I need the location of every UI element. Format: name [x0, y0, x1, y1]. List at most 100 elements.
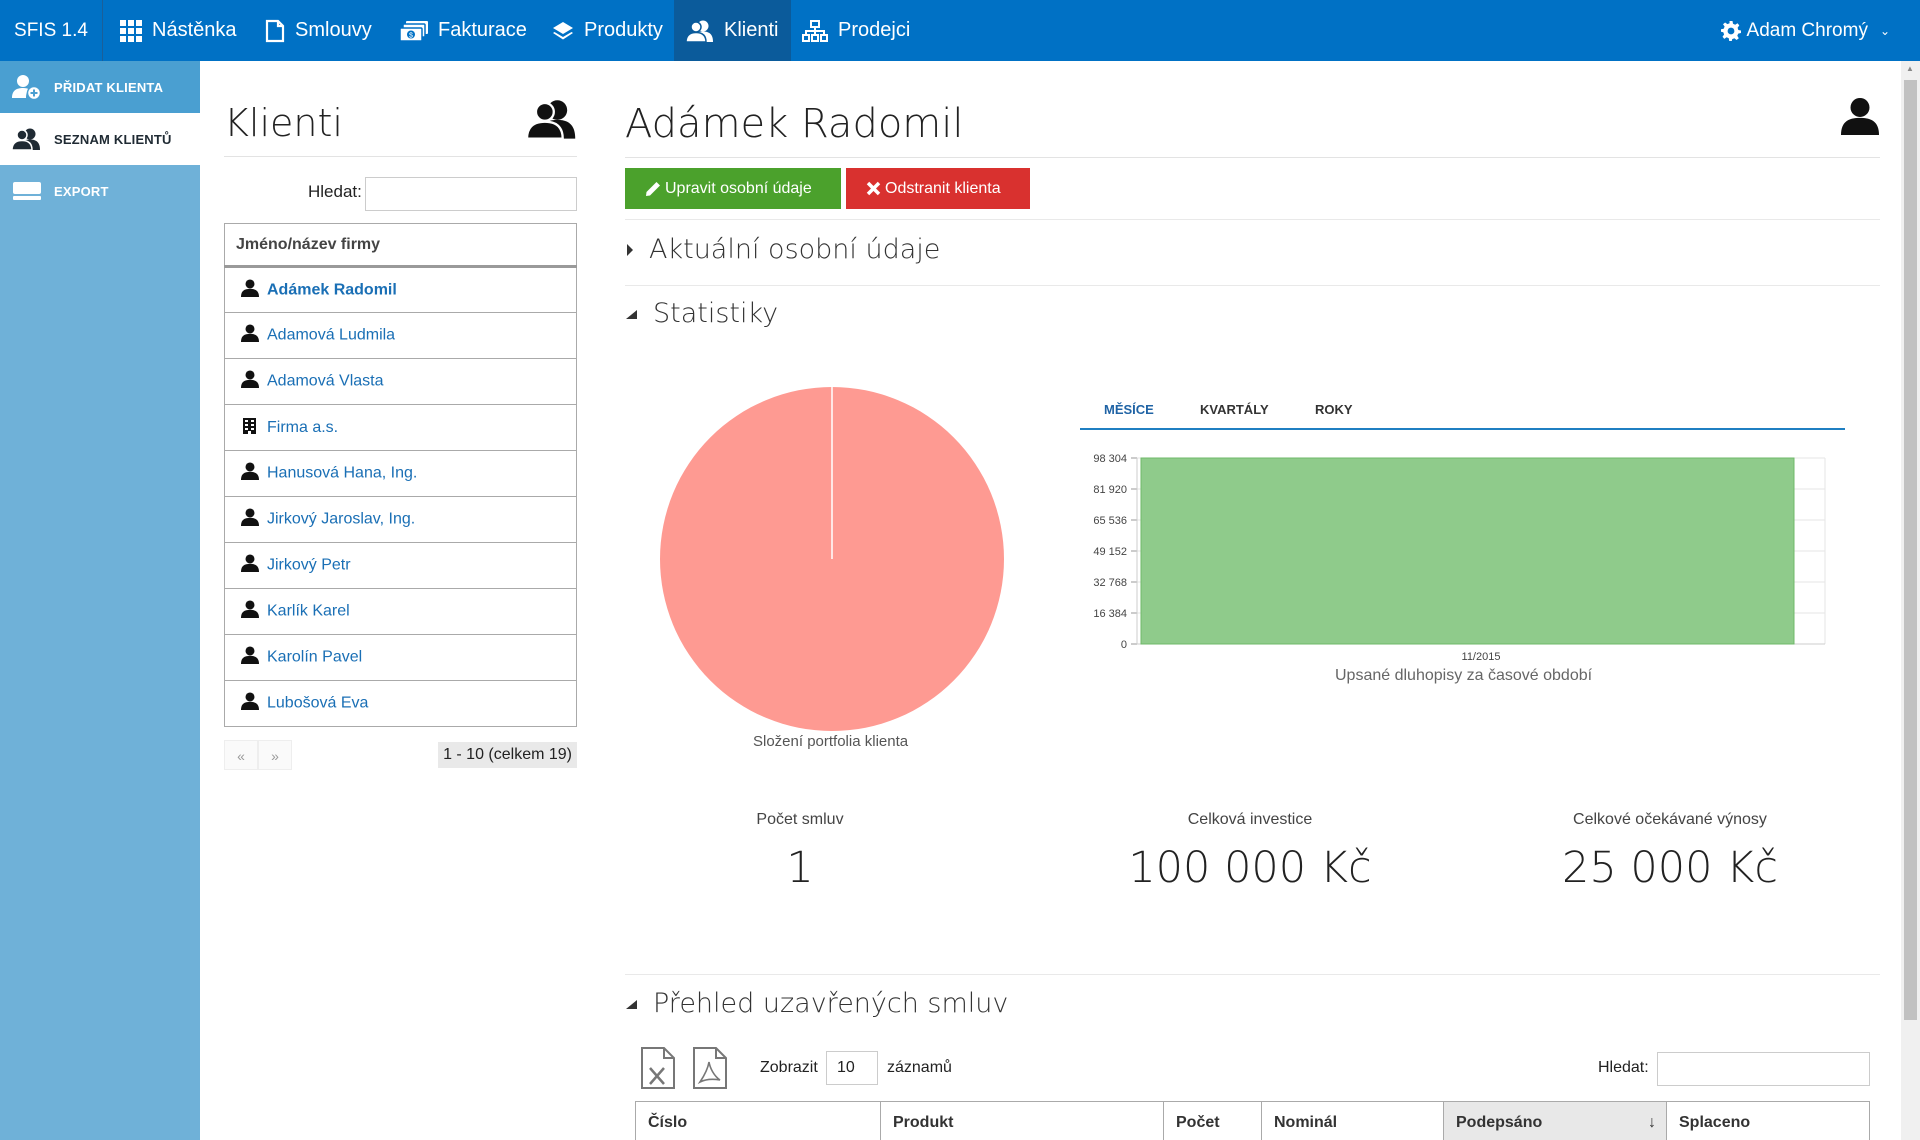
- user-menu[interactable]: Adam Chromý ⌄: [1720, 0, 1890, 61]
- client-name[interactable]: Jirkový Petr: [267, 557, 351, 574]
- client-cell[interactable]: Firma a.s.: [224, 404, 577, 451]
- sidebar-item-label: EXPORT: [54, 183, 109, 199]
- bar[interactable]: [1140, 457, 1795, 645]
- sidebar-item-client-list[interactable]: SEZNAM KLIENTŮ: [0, 113, 200, 165]
- client-row[interactable]: Karlík Karel: [224, 588, 577, 635]
- close-icon: [866, 181, 881, 196]
- client-name[interactable]: Karlík Karel: [267, 603, 350, 620]
- caret-down-icon: [626, 309, 637, 319]
- page-size-label: Zobrazit: [760, 1059, 818, 1076]
- column-header-number[interactable]: Číslo: [635, 1101, 881, 1140]
- delete-client-button[interactable]: Odstranit klienta: [846, 168, 1030, 209]
- user-icon: [241, 554, 267, 577]
- section-personal-data-toggle[interactable]: Aktuální osobní údaje: [625, 234, 940, 265]
- client-row[interactable]: Hanusová Hana, Ing.: [224, 450, 577, 497]
- client-name[interactable]: Jirkový Jaroslav, Ing.: [267, 511, 415, 528]
- column-header-product[interactable]: Produkt: [880, 1101, 1164, 1140]
- client-row[interactable]: Adamová Ludmila: [224, 312, 577, 359]
- document-icon: [265, 19, 285, 42]
- contracts-search-input[interactable]: [1657, 1052, 1870, 1086]
- y-tick-label: 16 384: [1093, 608, 1127, 620]
- y-tick-label: 32 768: [1093, 577, 1127, 589]
- client-cell[interactable]: Hanusová Hana, Ing.: [224, 450, 577, 497]
- client-row[interactable]: Karolín Pavel: [224, 634, 577, 681]
- nav-item-prodejci[interactable]: Prodejci: [802, 0, 910, 61]
- excel-export-icon[interactable]: [640, 1046, 676, 1090]
- client-row[interactable]: Jirkový Jaroslav, Ing.: [224, 496, 577, 543]
- client-cell[interactable]: Jirkový Petr: [224, 542, 577, 589]
- client-cell[interactable]: Karolín Pavel: [224, 634, 577, 681]
- button-label: Upravit osobní údaje: [665, 179, 812, 197]
- sidebar-item-add-client[interactable]: PŘIDAT KLIENTA: [0, 61, 200, 113]
- client-cell[interactable]: Adamová Vlasta: [224, 358, 577, 405]
- brand[interactable]: SFIS 1.4: [0, 0, 103, 61]
- client-name[interactable]: Hanusová Hana, Ing.: [267, 465, 417, 482]
- edit-personal-data-button[interactable]: Upravit osobní údaje: [625, 168, 841, 209]
- bonds-bar-chart: 0 16 384 32 768 49 152 65 536 81 920 98 304 11/…: [1093, 453, 1826, 663]
- caret-right-icon: [627, 243, 633, 256]
- client-name[interactable]: Adamová Ludmila: [267, 327, 395, 344]
- sidebar-item-export[interactable]: EXPORT: [0, 165, 200, 217]
- divider: [224, 156, 577, 157]
- sidebar-item-label: PŘIDAT KLIENTA: [54, 79, 164, 95]
- client-name[interactable]: Firma a.s.: [267, 419, 338, 436]
- column-header-signed[interactable]: Podepsáno ↓: [1443, 1101, 1667, 1140]
- pdf-export-icon[interactable]: [692, 1046, 728, 1090]
- nav-label: Smlouvy: [295, 19, 372, 41]
- client-search-input[interactable]: [365, 177, 577, 211]
- scrollbar[interactable]: ▲: [1901, 61, 1920, 1140]
- client-name[interactable]: Karolín Pavel: [267, 649, 362, 666]
- section-contracts-toggle[interactable]: Přehled uzavřených smluv: [625, 988, 1008, 1019]
- sidebar-item-label: SEZNAM KLIENTŮ: [54, 131, 172, 147]
- nav-item-produkty[interactable]: Produkty: [552, 0, 663, 61]
- pager-next-button[interactable]: »: [258, 740, 292, 770]
- client-row[interactable]: Lubošová Eva: [224, 680, 577, 727]
- page-size-select[interactable]: 10: [826, 1051, 878, 1085]
- column-header-count[interactable]: Počet: [1163, 1101, 1262, 1140]
- user-icon: [241, 462, 267, 485]
- scroll-up-icon[interactable]: ▲: [1906, 64, 1914, 73]
- column-header-paid[interactable]: Splaceno: [1666, 1101, 1870, 1140]
- column-header-name[interactable]: Jméno/název firmy: [224, 223, 577, 268]
- user-icon: [1841, 97, 1879, 135]
- divider: [625, 285, 1880, 286]
- page-title: Klienti: [224, 101, 343, 145]
- portfolio-pie-chart: [660, 387, 1004, 731]
- users-icon: [0, 127, 54, 151]
- button-label: Odstranit klienta: [885, 179, 1001, 197]
- client-row[interactable]: Adámek Radomil: [224, 266, 577, 313]
- nav-item-fakturace[interactable]: $ Fakturace: [400, 0, 527, 61]
- client-cell[interactable]: Adamová Ludmila: [224, 312, 577, 359]
- top-navbar: SFIS 1.4 Nástěnka Smlouvy $ Fakturace Pr…: [0, 0, 1920, 61]
- nav-item-smlouvy[interactable]: Smlouvy: [265, 0, 372, 61]
- client-cell[interactable]: Karlík Karel: [224, 588, 577, 635]
- tab-quarters[interactable]: KVARTÁLY: [1200, 402, 1269, 417]
- section-statistics-toggle[interactable]: Statistiky: [625, 298, 778, 329]
- client-name[interactable]: Adámek Radomil: [267, 281, 397, 298]
- nav-item-klienti[interactable]: Klienti: [674, 0, 791, 61]
- tab-years[interactable]: ROKY: [1315, 402, 1353, 417]
- client-cell[interactable]: Adámek Radomil: [224, 266, 577, 313]
- stat-expected-yield-label: Celkové očekávané výnosy: [1573, 811, 1767, 828]
- user-icon: [241, 278, 267, 302]
- column-header-nominal[interactable]: Nominál: [1261, 1101, 1444, 1140]
- search-label: Hledat:: [308, 182, 362, 201]
- client-row[interactable]: Adamová Vlasta: [224, 358, 577, 405]
- nav-item-nastenka[interactable]: Nástěnka: [120, 0, 237, 61]
- tab-months[interactable]: MĚSÍCE: [1104, 402, 1154, 417]
- client-cell[interactable]: Lubošová Eva: [224, 680, 577, 727]
- client-row[interactable]: Firma a.s.: [224, 404, 577, 451]
- client-cell[interactable]: Jirkový Jaroslav, Ing.: [224, 496, 577, 543]
- users-icon: [686, 20, 713, 43]
- stat-contract-count-value: 1: [786, 843, 814, 893]
- client-name[interactable]: Lubošová Eva: [267, 695, 368, 712]
- layers-icon: [553, 21, 573, 39]
- client-name[interactable]: Adamová Vlasta: [267, 373, 384, 390]
- y-tick-label: 81 920: [1093, 484, 1127, 496]
- nav-label: Prodejci: [838, 19, 911, 41]
- x-tick-label: 11/2015: [1462, 651, 1501, 663]
- pager-prev-button[interactable]: «: [224, 740, 258, 770]
- client-row[interactable]: Jirkový Petr: [224, 542, 577, 589]
- add-user-icon: [0, 74, 54, 100]
- scrollbar-thumb[interactable]: [1904, 80, 1917, 1020]
